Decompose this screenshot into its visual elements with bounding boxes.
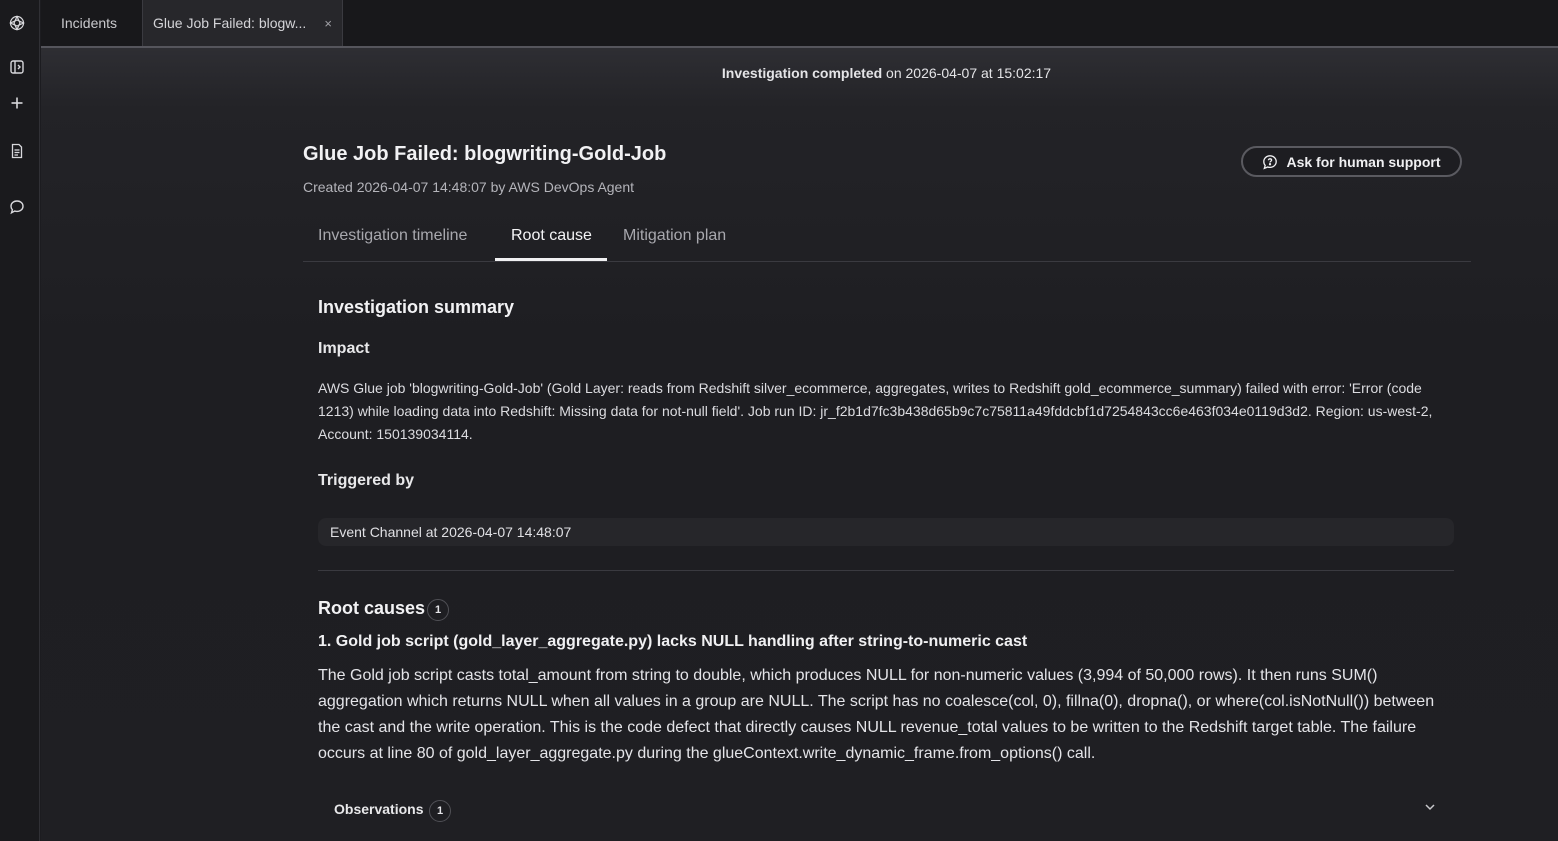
app: Incidents Glue Job Failed: blogw... × In… [0,0,1558,841]
impact-text: AWS Glue job 'blogwriting-Gold-Job' (Gol… [318,380,1433,442]
main-content: Investigation completed on 2026-04-07 at… [41,48,1558,841]
support-button-label: Ask for human support [1286,153,1441,170]
root-cause-item-body: The Gold job script casts total_amount f… [318,667,1435,762]
plus-icon[interactable] [8,94,26,112]
ask-human-support-button[interactable]: Ask for human support [1241,146,1462,177]
triggered-by-heading: Triggered by [318,472,415,489]
tab-root-cause[interactable]: Root cause [511,227,592,245]
chat-icon[interactable] [8,198,26,216]
tab-glue-job-label: Glue Job Failed: blogw... [153,15,307,31]
tab-glue-job[interactable]: Glue Job Failed: blogw... × [142,0,343,46]
panel-toggle-icon[interactable] [8,58,26,76]
close-icon[interactable]: × [324,16,332,31]
tab-investigation-timeline[interactable]: Investigation timeline [318,227,467,245]
page-subtitle: Created 2026-04-07 14:48:07 by AWS DevOp… [303,179,635,195]
section-divider [318,570,1454,571]
document-icon[interactable] [8,142,26,160]
observations-count-badge: 1 [429,800,451,822]
tab-incidents[interactable]: Incidents [61,0,117,46]
impact-heading: Impact [318,340,370,357]
left-rail [0,0,40,841]
investigation-status: Investigation completed on 2026-04-07 at… [41,65,1558,81]
page-title: Glue Job Failed: blogwriting-Gold-Job [303,143,667,165]
root-causes-count-badge: 1 [427,599,449,621]
logo-icon[interactable] [8,14,26,32]
chevron-down-icon[interactable] [1423,800,1437,814]
tab-mitigation-plan[interactable]: Mitigation plan [623,227,726,245]
help-chat-icon [1263,154,1278,170]
content-tabs: Investigation timeline Root cause Mitiga… [303,216,1471,262]
tab-bar: Incidents Glue Job Failed: blogw... × [41,0,1558,48]
observations-toggle[interactable]: Observations [334,801,423,817]
root-cause-item-title: 1. Gold job script (gold_layer_aggregate… [318,633,1028,650]
root-causes-heading: Root causes [318,598,426,618]
status-bold: Investigation completed [721,65,883,81]
investigation-summary-heading: Investigation summary [318,297,515,317]
status-rest: on 2026-04-07 at 15:02:17 [882,65,1052,81]
triggered-by-value: Event Channel at 2026-04-07 14:48:07 [318,518,1454,546]
active-tab-indicator [495,258,607,261]
